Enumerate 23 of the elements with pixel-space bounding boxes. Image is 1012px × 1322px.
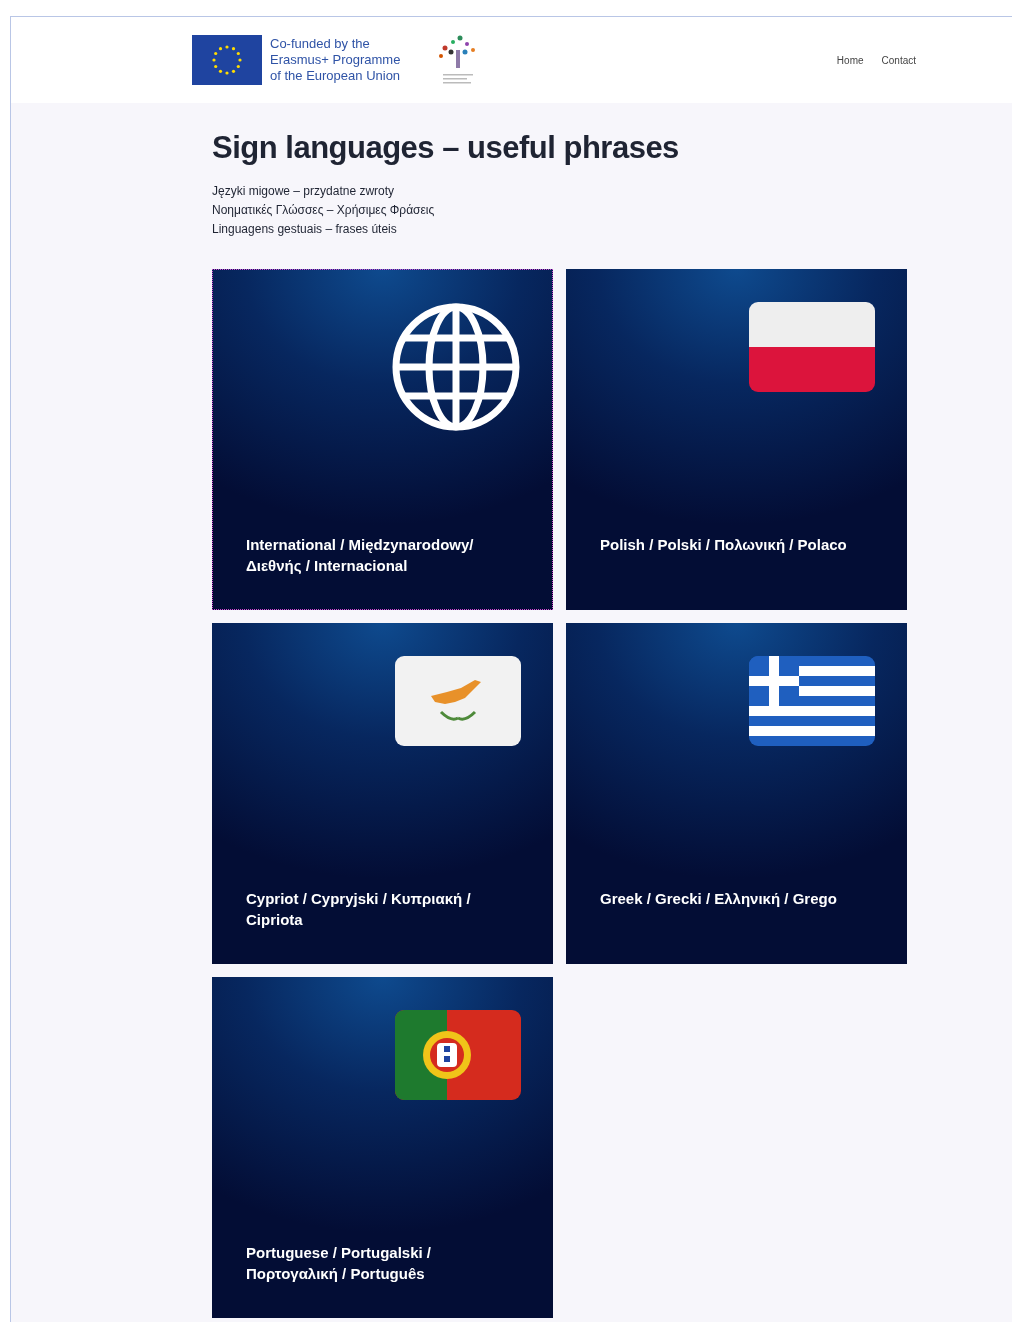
subtitle-line: Νοηματικές Γλώσσες – Χρήσιμες Φράσεις: [212, 202, 436, 220]
tile-label: Polish / Polski / Πολωνική / Polaco: [600, 535, 848, 556]
nav-link[interactable]: Home: [836, 52, 864, 68]
tile-label: Greek / Grecki / Ελληνική / Grego: [600, 889, 838, 910]
flag-icon: [749, 302, 875, 393]
eu-flag-icon: [192, 35, 262, 85]
language-tile[interactable]: Cypriot / Cypryjski / Κυπριακή / Cipriota: [212, 623, 553, 965]
tile-label: Portuguese / Portugalski / Πορτογαλική / Português: [246, 1243, 433, 1285]
language-tile[interactable]: International / Międzynarodowy/ Διεθνής / Internacional: [212, 269, 553, 611]
globe-icon: [391, 302, 521, 433]
tile-label: Cypriot / Cypryjski / Κυπριακή / Cipriota: [246, 889, 472, 931]
nav-link[interactable]: Contact: [881, 52, 916, 68]
language-tile[interactable]: Portuguese / Portugalski / Πορτογαλική / Português: [212, 977, 553, 1319]
flag-icon: [395, 656, 521, 747]
funding-text: Co-funded by the Erasmus+ Programme of the European Union: [270, 36, 401, 84]
tile-label: International / Międzynarodowy/ Διεθνής / Internacional: [246, 535, 475, 577]
subtitle-line: Języki migowe – przydatne zwroty: [212, 183, 396, 201]
flag-icon: [749, 656, 875, 747]
subtitle-line: Linguagens gestuais – frases úteis: [212, 221, 398, 239]
page-title: Sign languages – useful phrases: [212, 129, 680, 167]
flag-icon: [395, 1010, 521, 1101]
language-tile[interactable]: Greek / Grecki / Ελληνική / Grego: [566, 623, 907, 965]
language-tile[interactable]: Polish / Polski / Πολωνική / Polaco: [566, 269, 907, 611]
